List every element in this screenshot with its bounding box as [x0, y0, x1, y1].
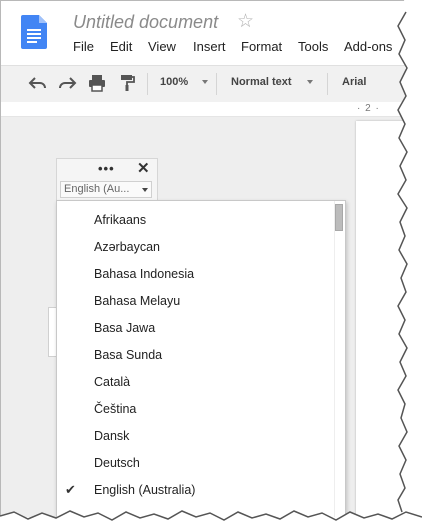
language-option-deutsch[interactable]: Deutsch [57, 450, 332, 477]
language-option-label: Azərbaycan [94, 240, 161, 254]
language-option-afrikaans[interactable]: Afrikaans [57, 207, 332, 234]
language-option-label: Català [94, 375, 131, 389]
language-option-label: Basa Jawa [94, 321, 156, 335]
ruler-marks: · 2 · [357, 103, 380, 114]
language-option-catala[interactable]: Català [57, 369, 332, 396]
language-option-label: Bahasa Melayu [94, 294, 181, 308]
torn-edge-right [396, 0, 422, 529]
language-option-bahasa-indonesia[interactable]: Bahasa Indonesia [57, 261, 332, 288]
style-caret-icon[interactable] [307, 80, 313, 84]
language-option-label: Bahasa Indonesia [94, 267, 195, 281]
checkmark-icon: ✔ [65, 482, 76, 497]
language-option-cestina[interactable]: Čeština [57, 396, 332, 423]
language-option-label: Afrikaans [94, 213, 147, 227]
language-dropdown[interactable]: Afrikaans Azərbaycan Bahasa Indonesia Ba… [56, 200, 346, 517]
language-widget: ••• ✕ English (Au... [56, 158, 158, 202]
menu-insert[interactable]: Insert [193, 39, 226, 54]
language-option-label: Dansk [94, 429, 130, 443]
undo-icon[interactable] [28, 73, 48, 93]
toolbar-divider [216, 73, 217, 95]
menu-tools[interactable]: Tools [298, 39, 328, 54]
redo-icon[interactable] [57, 73, 77, 93]
language-option-label: Deutsch [94, 456, 140, 470]
menu-view[interactable]: View [148, 39, 176, 54]
language-option-dansk[interactable]: Dansk [57, 423, 332, 450]
menu-add-ons[interactable]: Add-ons [344, 39, 392, 54]
font-select[interactable]: Arial [342, 76, 366, 88]
zoom-caret-icon[interactable] [202, 80, 208, 84]
language-option-bahasa-melayu[interactable]: Bahasa Melayu [57, 288, 332, 315]
star-icon[interactable]: ☆ [237, 10, 254, 33]
header: Untitled document ☆ File Edit View Inser… [1, 1, 405, 65]
language-select-value: English (Au... [64, 183, 130, 195]
language-option-azerbaycan[interactable]: Azərbaycan [57, 234, 332, 261]
toolbar: 100% Normal text Arial [1, 65, 405, 103]
app-window: Untitled document ☆ File Edit View Inser… [0, 0, 405, 517]
scrollbar-track[interactable] [334, 201, 345, 517]
torn-edge-bottom [0, 510, 422, 529]
print-icon[interactable] [87, 73, 107, 93]
menu-format[interactable]: Format [241, 39, 282, 54]
menu-edit[interactable]: Edit [110, 39, 132, 54]
scrollbar-thumb[interactable] [335, 204, 343, 231]
paragraph-style-select[interactable]: Normal text [231, 76, 292, 88]
language-option-label: Basa Sunda [94, 348, 163, 362]
language-option-label: English (Australia) [94, 483, 196, 497]
docs-logo-icon[interactable] [21, 15, 47, 49]
language-select[interactable]: English (Au... [60, 181, 152, 198]
ruler: · 2 · [1, 102, 405, 117]
paint-format-icon[interactable] [117, 73, 137, 93]
menu-file[interactable]: File [73, 39, 94, 54]
drag-handle-icon[interactable]: ••• [98, 161, 115, 176]
close-icon[interactable]: ✕ [137, 159, 150, 177]
language-option-basa-jawa[interactable]: Basa Jawa [57, 315, 332, 342]
document-title[interactable]: Untitled document [73, 12, 218, 33]
language-option-label: Čeština [94, 402, 137, 416]
language-option-basa-sunda[interactable]: Basa Sunda [57, 342, 332, 369]
toolbar-divider [327, 73, 328, 95]
toolbar-divider [147, 73, 148, 95]
language-option-english-australia[interactable]: ✔ English (Australia) [57, 477, 332, 504]
chevron-down-icon [142, 188, 148, 192]
zoom-select[interactable]: 100% [160, 76, 188, 88]
